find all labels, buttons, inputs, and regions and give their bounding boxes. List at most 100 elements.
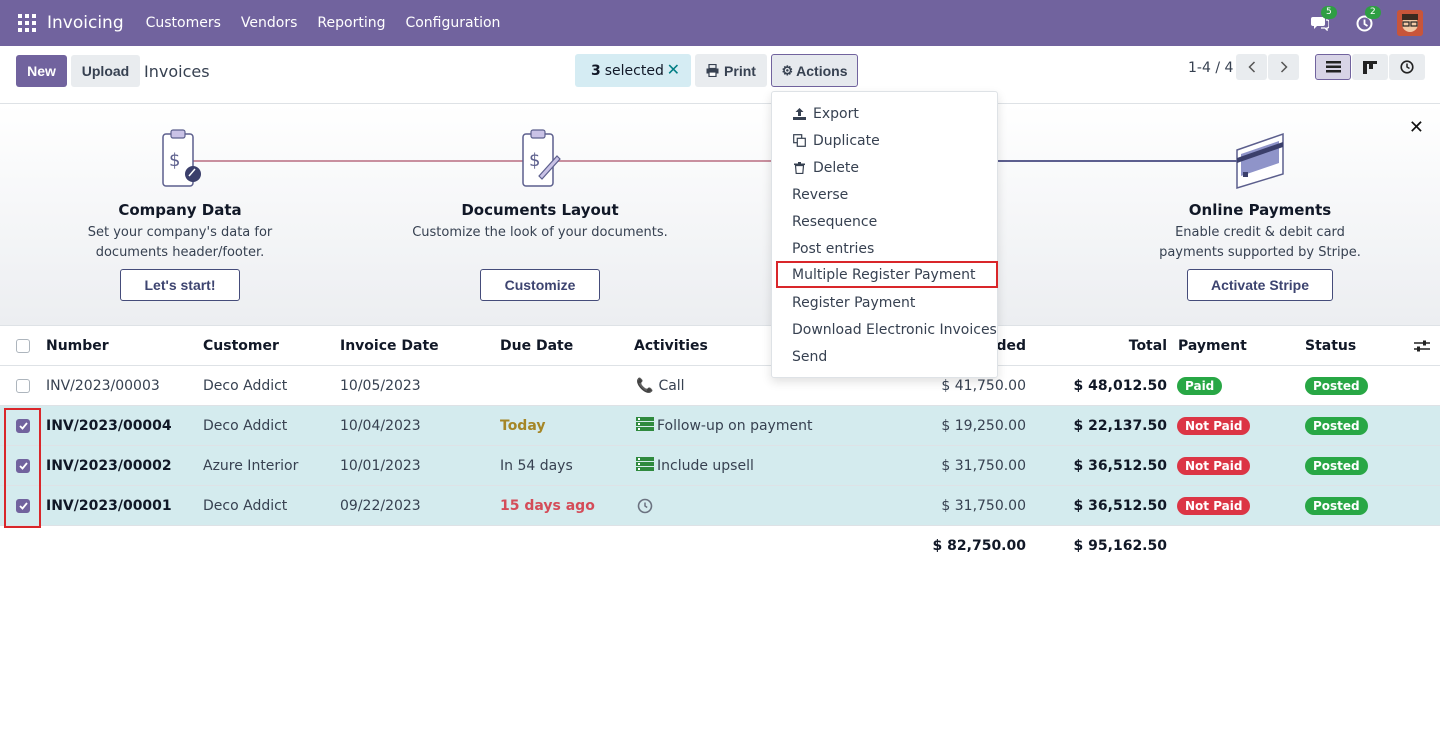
activity[interactable]: 📞 Call bbox=[636, 366, 685, 406]
list-activity-icon bbox=[636, 417, 654, 435]
control-panel: New Upload Invoices 3 selected ✕ Print ⚙… bbox=[0, 46, 1440, 104]
menu-item-multiple-register-payment[interactable]: Multiple Register Payment bbox=[776, 261, 998, 288]
print-label: Print bbox=[724, 62, 756, 79]
actions-dropdown-menu: Export Duplicate Delete Reverse Resequen… bbox=[771, 91, 998, 378]
print-button[interactable]: Print bbox=[695, 54, 767, 87]
activate-stripe-button[interactable]: Activate Stripe bbox=[1187, 269, 1333, 301]
col-invoice-date[interactable]: Invoice Date bbox=[340, 326, 439, 366]
step-description: Enable credit & debit card payments supp… bbox=[1159, 225, 1361, 260]
activity[interactable]: Include upsell bbox=[636, 446, 754, 486]
table-row[interactable]: INV/2023/00003 Deco Addict 10/05/2023 📞 … bbox=[0, 366, 1440, 406]
due-date: Today bbox=[500, 418, 546, 434]
customer-name: Deco Addict bbox=[203, 418, 288, 434]
amount-untaxed: $ 19,250.00 bbox=[941, 418, 1026, 434]
sum-untaxed: $ 82,750.00 bbox=[932, 538, 1026, 554]
kanban-view-icon[interactable] bbox=[1352, 54, 1388, 80]
col-number[interactable]: Number bbox=[46, 326, 109, 366]
customer-name: Deco Addict bbox=[203, 378, 288, 394]
amount-total: $ 48,012.50 bbox=[1073, 378, 1167, 394]
activity-label: Include upsell bbox=[657, 458, 754, 474]
pager-previous-icon[interactable] bbox=[1236, 54, 1267, 80]
status-badge: Posted bbox=[1305, 446, 1368, 486]
col-activities[interactable]: Activities bbox=[634, 326, 708, 366]
select-all-checkbox[interactable] bbox=[16, 326, 30, 366]
invoice-date: 10/05/2023 bbox=[340, 378, 421, 394]
row-checkbox[interactable] bbox=[16, 366, 30, 406]
menu-item-download-electronic-invoices[interactable]: Download Electronic Invoices bbox=[772, 316, 997, 343]
gear-icon: ⚙ bbox=[781, 62, 794, 78]
chat-icon[interactable]: 5 bbox=[1309, 6, 1337, 34]
page-title: Invoices bbox=[144, 62, 210, 81]
customize-button[interactable]: Customize bbox=[480, 269, 600, 301]
menu-item-post-entries[interactable]: Post entries bbox=[772, 235, 997, 262]
col-payment[interactable]: Payment bbox=[1178, 326, 1247, 366]
col-due-date[interactable]: Due Date bbox=[500, 326, 573, 366]
menu-vendors[interactable]: Vendors bbox=[241, 15, 297, 31]
activity-clock-icon[interactable]: 2 bbox=[1353, 6, 1381, 34]
clear-selection-icon[interactable]: ✕ bbox=[667, 60, 680, 79]
menu-item-register-payment[interactable]: Register Payment bbox=[772, 289, 997, 316]
schedule-activity-clock-icon[interactable] bbox=[637, 486, 653, 526]
menu-item-duplicate[interactable]: Duplicate bbox=[772, 127, 997, 154]
close-icon[interactable]: ✕ bbox=[1409, 117, 1424, 138]
due-date: In 54 days bbox=[500, 458, 573, 474]
due-date: 15 days ago bbox=[500, 498, 595, 514]
totals-row: $ 82,750.00 $ 95,162.50 bbox=[0, 526, 1440, 566]
upload-button[interactable]: Upload bbox=[71, 55, 140, 87]
amount-untaxed: $ 31,750.00 bbox=[941, 498, 1026, 514]
menu-label: Export bbox=[813, 105, 859, 122]
step-title: Documents Layout bbox=[461, 201, 619, 219]
activity[interactable]: Follow-up on payment bbox=[636, 406, 812, 446]
menu-item-export[interactable]: Export bbox=[772, 100, 997, 127]
step-description: Customize the look of your documents. bbox=[412, 225, 668, 240]
apps-grid-icon[interactable] bbox=[18, 14, 36, 32]
invoice-number: INV/2023/00001 bbox=[46, 498, 172, 514]
status-badge: Posted bbox=[1305, 406, 1368, 446]
table-row[interactable]: INV/2023/00001 Deco Addict 09/22/2023 15… bbox=[0, 486, 1440, 526]
actions-button[interactable]: ⚙ Actions bbox=[771, 54, 858, 87]
menu-reporting[interactable]: Reporting bbox=[317, 15, 385, 31]
invoice-number: INV/2023/00002 bbox=[46, 458, 172, 474]
credit-card-icon bbox=[1236, 132, 1284, 190]
onboarding-step-online-payments: Online Payments Enable credit & debit ca… bbox=[1130, 104, 1390, 326]
onboarding-step-company-data: $ Company Data Set your company's data f… bbox=[50, 104, 310, 326]
sum-total: $ 95,162.50 bbox=[1073, 538, 1167, 554]
pager-next-icon[interactable] bbox=[1268, 54, 1299, 80]
payment-badge: Not Paid bbox=[1177, 406, 1251, 446]
pager-value[interactable]: 1-4 / 4 bbox=[1188, 60, 1233, 76]
payment-badge: Paid bbox=[1177, 366, 1223, 406]
table-row[interactable]: INV/2023/00002 Azure Interior 10/01/2023… bbox=[0, 446, 1440, 486]
menu-item-send[interactable]: Send bbox=[772, 343, 997, 370]
menu-item-delete[interactable]: Delete bbox=[772, 154, 997, 181]
selected-label: selected bbox=[604, 62, 664, 79]
lets-start-button[interactable]: Let's start! bbox=[120, 269, 240, 301]
invoice-number: INV/2023/00003 bbox=[46, 378, 160, 394]
activity-count-badge: 2 bbox=[1365, 6, 1381, 19]
column-settings-icon[interactable] bbox=[1414, 326, 1430, 366]
col-status[interactable]: Status bbox=[1305, 326, 1356, 366]
activity-label: Call bbox=[658, 378, 685, 394]
invoice-date: 10/01/2023 bbox=[340, 458, 421, 474]
menu-customers[interactable]: Customers bbox=[146, 15, 221, 31]
invoice-number: INV/2023/00004 bbox=[46, 418, 172, 434]
menu-configuration[interactable]: Configuration bbox=[405, 15, 500, 31]
top-navbar: Invoicing Customers Vendors Reporting Co… bbox=[0, 0, 1440, 46]
payment-badge: Not Paid bbox=[1177, 486, 1251, 526]
col-customer[interactable]: Customer bbox=[203, 326, 279, 366]
table-row[interactable]: INV/2023/00004 Deco Addict 10/04/2023 To… bbox=[0, 406, 1440, 446]
menu-item-resequence[interactable]: Resequence bbox=[772, 208, 997, 235]
col-total[interactable]: Total bbox=[1040, 326, 1167, 366]
status-badge: Posted bbox=[1305, 366, 1368, 406]
app-brand[interactable]: Invoicing bbox=[47, 13, 124, 33]
user-avatar[interactable] bbox=[1397, 10, 1423, 36]
activity-label: Follow-up on payment bbox=[657, 418, 813, 434]
new-button[interactable]: New bbox=[16, 55, 67, 87]
activity-view-icon[interactable] bbox=[1389, 54, 1425, 80]
upload-icon bbox=[792, 107, 806, 120]
list-view-icon[interactable] bbox=[1315, 54, 1351, 80]
menu-label: Delete bbox=[813, 159, 859, 176]
customer-name: Azure Interior bbox=[203, 458, 299, 474]
amount-untaxed: $ 31,750.00 bbox=[941, 458, 1026, 474]
menu-item-reverse[interactable]: Reverse bbox=[772, 181, 997, 208]
table-header: Number Customer Invoice Date Due Date Ac… bbox=[0, 326, 1440, 366]
